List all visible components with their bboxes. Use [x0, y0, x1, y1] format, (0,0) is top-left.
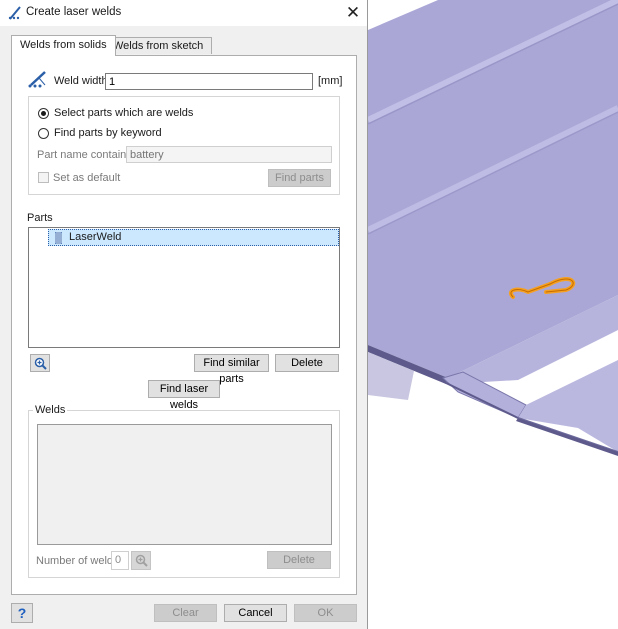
weld-width-unit: [mm]	[318, 75, 343, 87]
welds-title: Welds	[33, 404, 68, 416]
selection-mode-group: Select parts which are welds Find parts …	[28, 96, 340, 195]
find-parts-button[interactable]: Find parts	[268, 169, 331, 187]
tab-welds-from-solids[interactable]: Welds from solids	[11, 35, 116, 56]
select-parts-label[interactable]: Select parts which are welds	[54, 107, 193, 119]
welds-list[interactable]	[37, 424, 332, 545]
part-label: LaserWeld	[69, 231, 122, 243]
part-name-input[interactable]	[126, 146, 332, 163]
help-button[interactable]: ?	[11, 603, 33, 623]
find-similar-parts-button[interactable]: Find similar parts	[194, 354, 269, 385]
ok-button[interactable]: OK	[294, 604, 357, 622]
3d-viewport[interactable]	[368, 0, 618, 629]
zoom-in-icon	[135, 554, 148, 567]
cancel-button[interactable]: Cancel	[224, 604, 287, 622]
close-button[interactable]: ✕	[340, 3, 366, 23]
dialog-title: Create laser welds	[26, 6, 122, 18]
set-default-checkbox[interactable]	[38, 172, 49, 183]
set-default-label: Set as default	[53, 172, 121, 184]
number-of-welds-value: 0	[111, 551, 129, 570]
tab-welds-from-sketch[interactable]: Welds from sketch	[104, 37, 213, 54]
find-laser-welds-button[interactable]: Find laser welds	[148, 380, 220, 411]
parts-list[interactable]: LaserWeld	[28, 227, 340, 348]
find-by-keyword-label[interactable]: Find parts by keyword	[54, 127, 162, 139]
find-by-keyword-radio[interactable]	[38, 128, 49, 139]
clear-button[interactable]: Clear	[154, 604, 217, 622]
welds-delete-button[interactable]: Delete	[267, 551, 331, 569]
select-parts-radio[interactable]	[38, 108, 49, 119]
weld-width-label: Weld width	[54, 75, 108, 87]
zoom-in-icon	[34, 357, 47, 370]
weld-width-icon	[28, 71, 46, 88]
create-laser-welds-dialog: Create laser welds ✕ Welds from solids W…	[0, 0, 368, 629]
title-bar: Create laser welds ✕	[0, 0, 367, 26]
part-icon	[55, 232, 62, 244]
number-of-welds-label: Number of welds	[36, 555, 119, 567]
parts-title: Parts	[27, 212, 53, 224]
laser-weld-icon	[8, 6, 21, 20]
weld-width-input[interactable]	[105, 73, 313, 90]
tab-panel-welds-from-solids: Weld width [mm] Select parts which are w…	[11, 55, 357, 595]
zoom-to-weld-button[interactable]	[131, 551, 151, 570]
part-name-label: Part name contains:	[37, 149, 135, 161]
list-item[interactable]: LaserWeld	[48, 229, 339, 246]
parts-delete-button[interactable]: Delete	[275, 354, 339, 372]
zoom-to-part-button[interactable]	[30, 354, 50, 372]
part-model	[368, 0, 618, 456]
